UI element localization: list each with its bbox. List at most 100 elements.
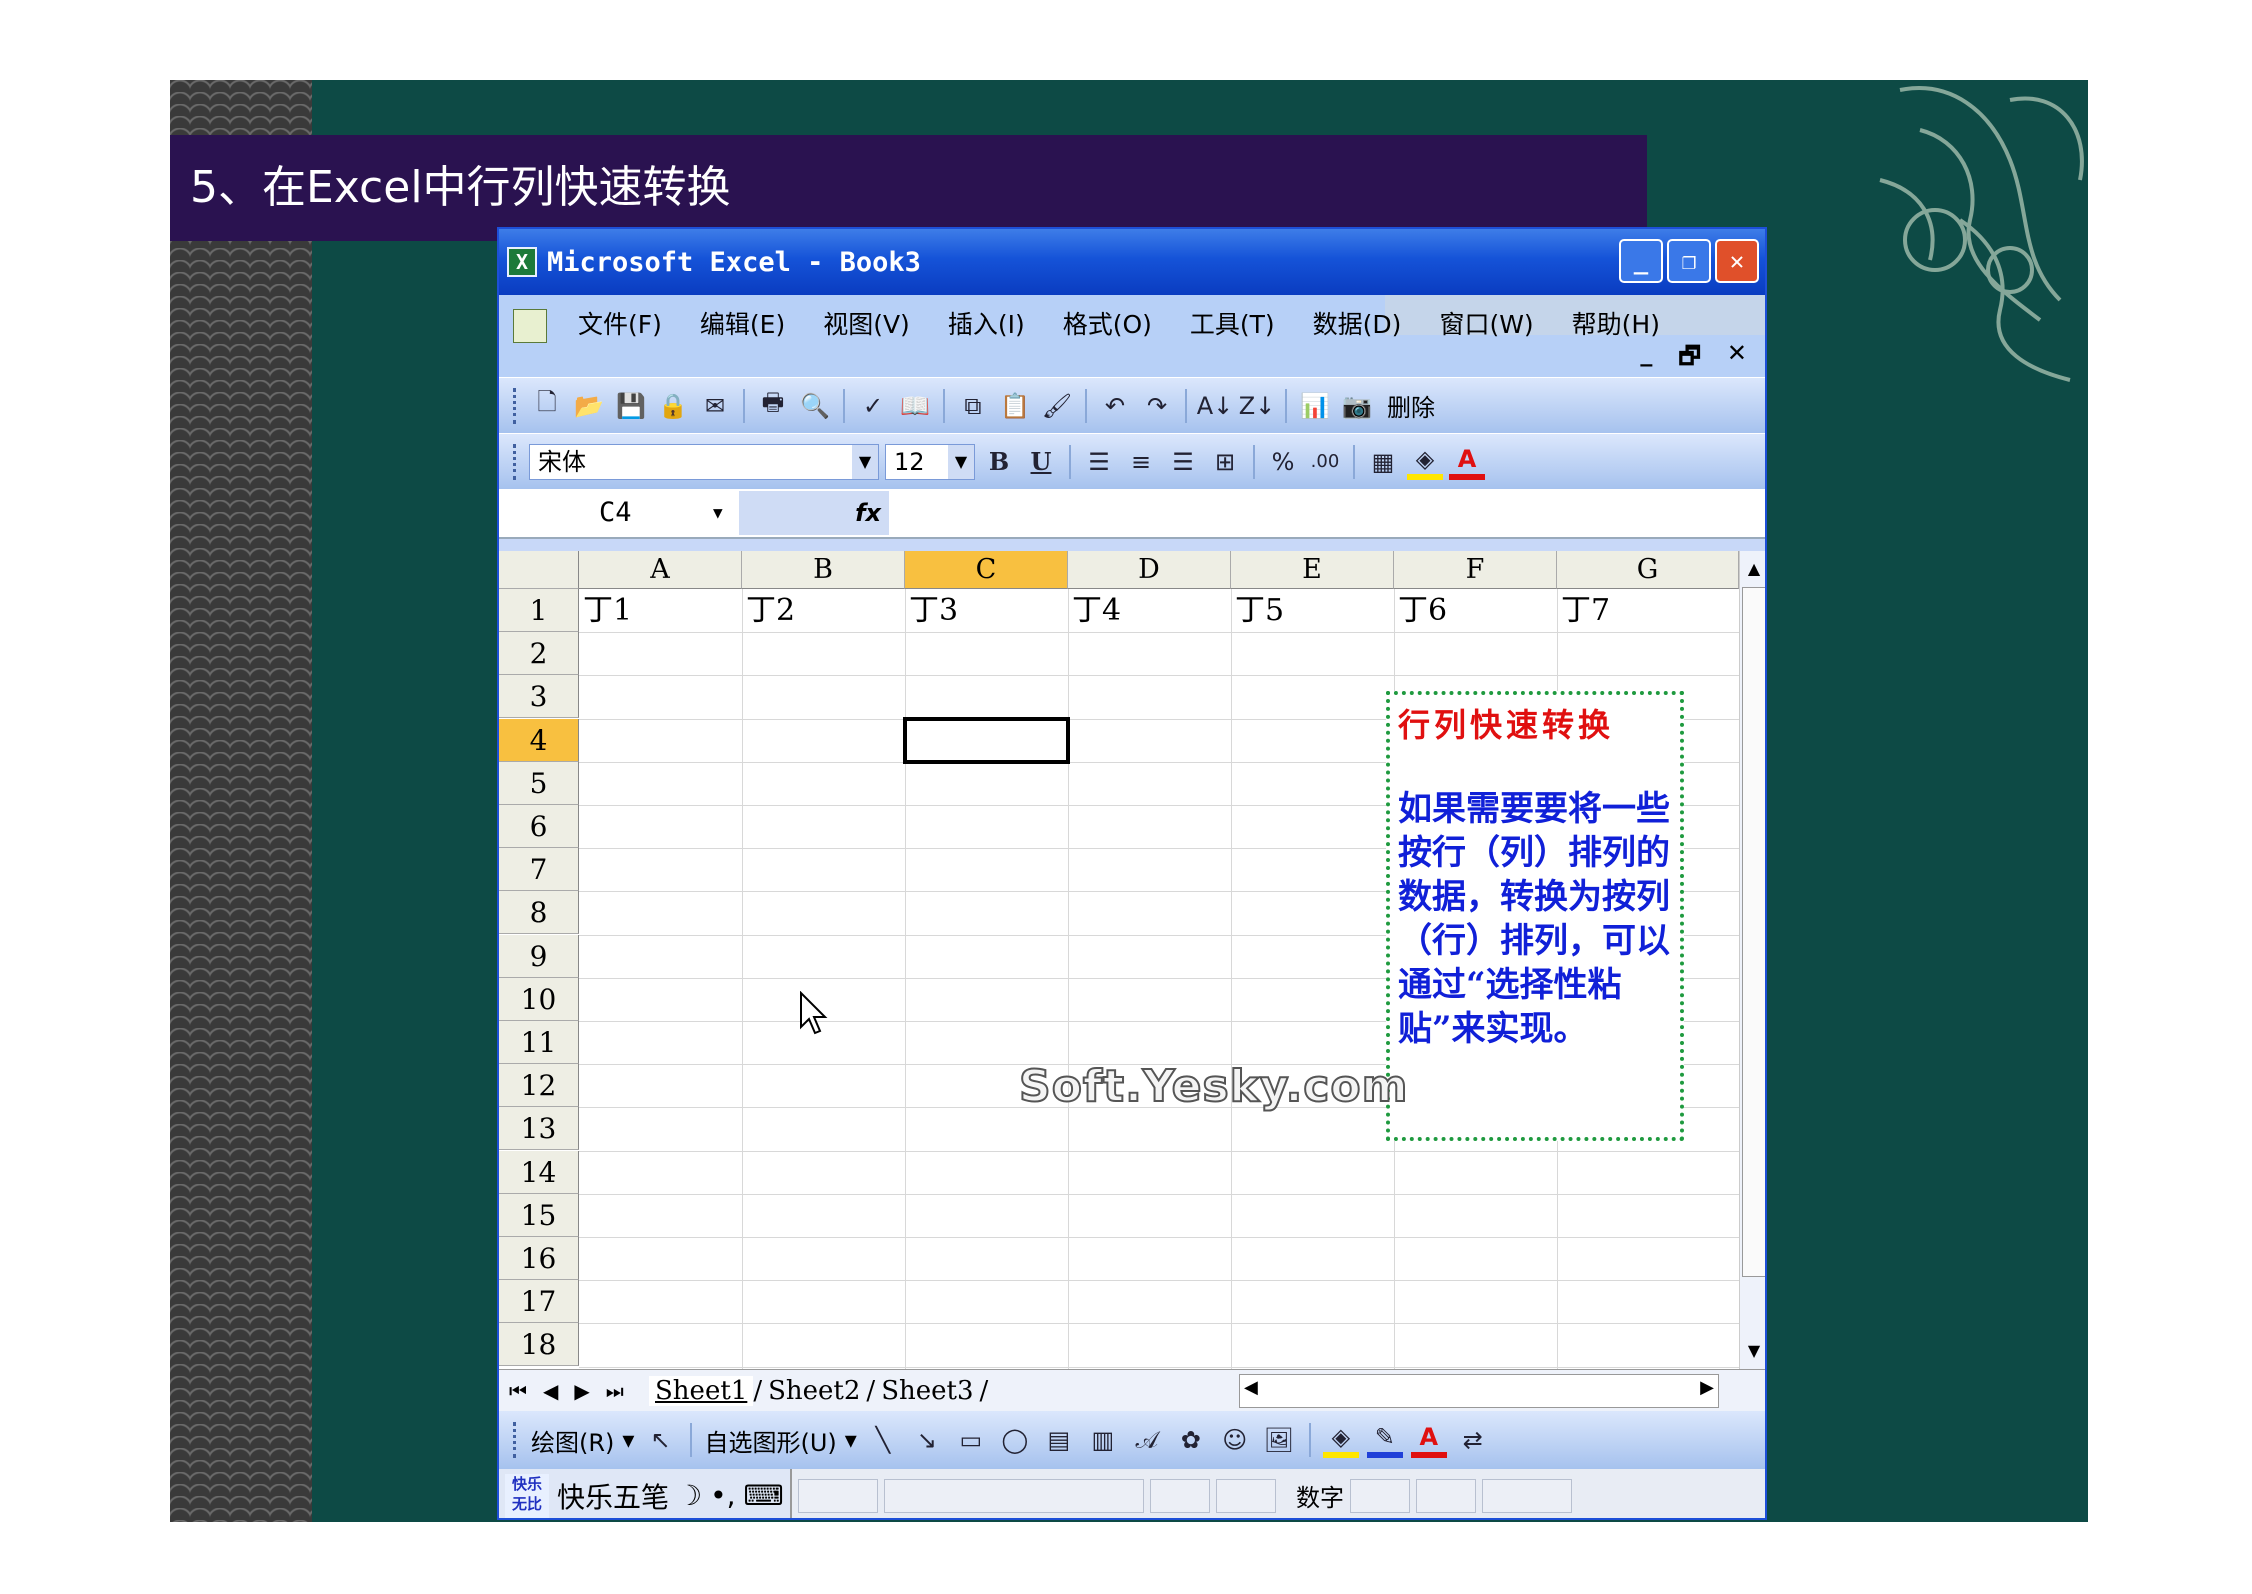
row-header-8[interactable]: 8 xyxy=(499,891,579,935)
tab-sheet2[interactable]: Sheet2 xyxy=(762,1376,866,1406)
menu-edit[interactable]: 编辑(E) xyxy=(681,305,804,345)
vertical-textbox-icon[interactable]: ▥ xyxy=(1085,1422,1121,1458)
chevron-down-icon[interactable]: ▼ xyxy=(852,444,878,479)
row-header-17[interactable]: 17 xyxy=(499,1280,579,1324)
cell-d1[interactable]: 丁4 xyxy=(1068,589,1121,632)
prev-sheet-icon[interactable]: ◀ xyxy=(543,1379,558,1403)
column-header-c[interactable]: C xyxy=(905,551,1068,589)
name-box[interactable]: C4 ▼ xyxy=(499,491,739,535)
merge-center-icon[interactable]: ⊞ xyxy=(1207,444,1243,480)
close-button[interactable]: ✕ xyxy=(1715,239,1759,283)
increase-decimal-button[interactable]: .00 xyxy=(1307,444,1343,480)
line-color-icon[interactable]: ✎ xyxy=(1366,1422,1403,1458)
cell-a1[interactable]: 丁1 xyxy=(579,589,632,632)
excel-icon[interactable]: X xyxy=(507,247,537,277)
row-header-9[interactable]: 9 xyxy=(499,934,579,978)
new-icon[interactable]: 🗋 xyxy=(529,388,565,424)
sort-descending-icon[interactable]: Z↓ xyxy=(1239,388,1276,424)
restore-button[interactable]: ❐ xyxy=(1667,239,1711,283)
draw-menu-button[interactable]: 绘图(R) xyxy=(531,1423,614,1458)
doc-restore-button[interactable]: 🗗 xyxy=(1678,339,1701,380)
menu-view[interactable]: 视图(V) xyxy=(804,305,929,345)
cell-e1[interactable]: 丁5 xyxy=(1231,589,1284,632)
row-header-13[interactable]: 13 xyxy=(499,1107,579,1151)
delete-button[interactable]: 删除 xyxy=(1381,388,1441,423)
menu-window[interactable]: 窗口(W) xyxy=(1420,305,1552,345)
print-preview-icon[interactable]: 🔍 xyxy=(797,388,833,424)
horizontal-scrollbar[interactable]: ◀ ▶ xyxy=(1239,1374,1719,1408)
keyboard-icon[interactable]: ⌨ xyxy=(744,1479,784,1512)
next-sheet-icon[interactable]: ▶ xyxy=(574,1379,589,1403)
column-header-b[interactable]: B xyxy=(742,551,905,589)
row-header-18[interactable]: 18 xyxy=(499,1323,579,1367)
column-header-a[interactable]: A xyxy=(579,551,742,589)
column-header-g[interactable]: G xyxy=(1557,551,1739,589)
fill-color-icon[interactable]: ◈ xyxy=(1407,444,1443,480)
ime-logo-icon[interactable]: 快乐无比 xyxy=(505,1473,549,1518)
row-header-14[interactable]: 14 xyxy=(499,1150,579,1194)
toolbar-grip[interactable] xyxy=(513,387,517,424)
research-icon[interactable]: 📖 xyxy=(897,388,933,424)
cell-c1[interactable]: 丁3 xyxy=(905,589,958,632)
camera-icon[interactable]: 📷 xyxy=(1339,388,1375,424)
toolbar-grip[interactable] xyxy=(513,1422,517,1458)
ime-panel[interactable]: 快乐无比 快乐五笔 ☽ •, ⌨ xyxy=(499,1469,792,1518)
undo-icon[interactable]: ↶ xyxy=(1097,388,1133,424)
row-header-12[interactable]: 12 xyxy=(499,1064,579,1108)
fill-color-icon[interactable]: ◈ xyxy=(1322,1422,1359,1458)
moon-icon[interactable]: ☽ xyxy=(677,1479,702,1512)
save-icon[interactable]: 💾 xyxy=(613,388,649,424)
chart-wizard-icon[interactable]: 📊 xyxy=(1297,388,1333,424)
print-icon[interactable]: 🖶 xyxy=(755,388,791,424)
diagram-icon[interactable]: ✿ xyxy=(1173,1422,1209,1458)
scroll-up-icon[interactable]: ▲ xyxy=(1740,555,1765,583)
oval-icon[interactable]: ◯ xyxy=(997,1422,1033,1458)
menu-tools[interactable]: 工具(T) xyxy=(1171,305,1294,345)
line-icon[interactable]: ╲ xyxy=(865,1422,901,1458)
textbox-icon[interactable]: ▤ xyxy=(1041,1422,1077,1458)
align-center-icon[interactable]: ≡ xyxy=(1123,444,1159,480)
percent-button[interactable]: % xyxy=(1265,444,1301,480)
scroll-down-icon[interactable]: ▼ xyxy=(1740,1337,1765,1365)
tab-sheet1[interactable]: Sheet1 xyxy=(649,1375,754,1406)
worksheet-grid[interactable]: A B C D E F G 1 2 3 4 5 6 7 8 9 10 11 12 13 14 15 16 17 18 丁1 丁2 丁3… xyxy=(499,551,1765,1369)
menu-insert[interactable]: 插入(I) xyxy=(929,305,1044,345)
vertical-scrollbar[interactable]: ▲ ▼ xyxy=(1739,551,1765,1369)
paste-icon[interactable]: 📋 xyxy=(997,388,1033,424)
doc-close-button[interactable]: ✕ xyxy=(1727,339,1747,380)
arrow-icon[interactable]: ↘ xyxy=(909,1422,945,1458)
format-painter-icon[interactable]: 🖌 xyxy=(1039,388,1075,424)
picture-icon[interactable]: 🖼 xyxy=(1261,1422,1297,1458)
spelling-icon[interactable]: ✓ xyxy=(855,388,891,424)
permission-icon[interactable]: 🔒 xyxy=(655,388,691,424)
column-header-d[interactable]: D xyxy=(1068,551,1231,589)
scroll-right-icon[interactable]: ▶ xyxy=(1700,1377,1714,1398)
chevron-down-icon[interactable]: ▾ xyxy=(622,1426,634,1454)
chevron-down-icon[interactable]: ▾ xyxy=(845,1426,857,1454)
font-name-combo[interactable]: 宋体 ▼ xyxy=(529,443,879,480)
copy-icon[interactable]: ⧉ xyxy=(955,388,991,424)
bold-button[interactable]: B xyxy=(981,444,1017,480)
toolbar-grip[interactable] xyxy=(513,443,517,480)
menu-file[interactable]: 文件(F) xyxy=(559,305,681,345)
chevron-down-icon[interactable]: ▼ xyxy=(713,491,739,535)
email-icon[interactable]: ✉ xyxy=(697,388,733,424)
clipart-icon[interactable]: ☺ xyxy=(1217,1422,1253,1458)
align-left-icon[interactable]: ☰ xyxy=(1081,444,1117,480)
first-sheet-icon[interactable]: ⏮ xyxy=(509,1379,527,1403)
title-bar[interactable]: X Microsoft Excel - Book3 _ ❐ ✕ xyxy=(499,229,1765,295)
select-objects-icon[interactable]: ↖ xyxy=(642,1422,678,1458)
open-icon[interactable]: 📂 xyxy=(571,388,607,424)
row-header-5[interactable]: 5 xyxy=(499,761,579,805)
last-sheet-icon[interactable]: ⏭ xyxy=(606,1379,624,1403)
wordart-icon[interactable]: 𝒜 xyxy=(1129,1422,1165,1458)
row-header-4[interactable]: 4 xyxy=(499,718,579,762)
cell-g1[interactable]: 丁7 xyxy=(1557,589,1610,632)
font-color-icon[interactable]: A xyxy=(1449,444,1485,480)
row-header-3[interactable]: 3 xyxy=(499,675,579,719)
redo-icon[interactable]: ↷ xyxy=(1139,388,1175,424)
borders-icon[interactable]: ▦ xyxy=(1365,444,1401,480)
cell-f1[interactable]: 丁6 xyxy=(1394,589,1447,632)
row-header-7[interactable]: 7 xyxy=(499,848,579,892)
row-header-15[interactable]: 15 xyxy=(499,1193,579,1237)
